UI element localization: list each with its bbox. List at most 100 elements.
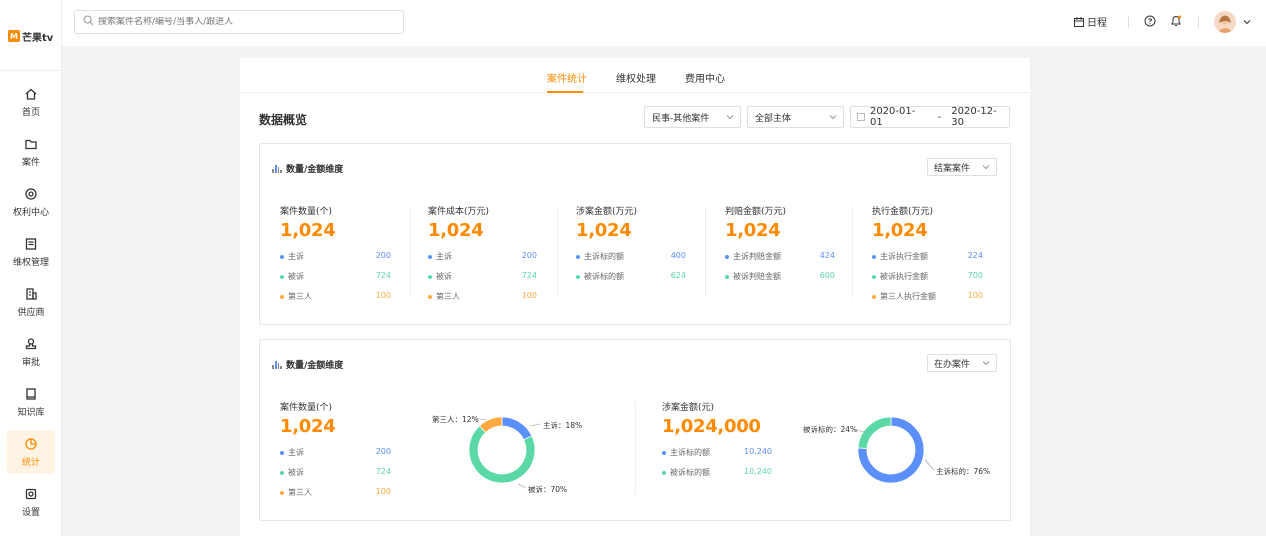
stat-title: 案件成本(万元) [428, 207, 490, 217]
stat-row: 被诉判赔金额 [725, 271, 781, 282]
sidebar-item-rights-center[interactable]: 权利中心 [7, 180, 55, 224]
topbar-divider [1198, 16, 1199, 28]
sidebar-item-statistics[interactable]: 统计 [7, 430, 55, 474]
help-icon[interactable] [1144, 15, 1156, 27]
stat-value: 1,024 [725, 220, 781, 241]
stat-title: 涉案金额(元) [662, 403, 715, 413]
tab-rights-processing[interactable]: 维权处理 [616, 70, 656, 85]
stat-row: 主诉 [280, 447, 304, 458]
sidebar-item-label: 审批 [21, 357, 40, 368]
stat-row-value: 10,240 [744, 447, 772, 456]
sidebar-item-label: 知识库 [17, 407, 45, 418]
sidebar-item-cases[interactable]: 案件 [7, 130, 55, 174]
stat-row-value: 424 [819, 251, 835, 260]
involved-amount-donut-chart [857, 416, 925, 484]
folder-icon [24, 137, 38, 151]
stat-row: 被诉 [428, 271, 452, 282]
stat-value: 1,024 [280, 220, 336, 241]
case-status-value: 在办案件 [934, 359, 971, 370]
stat-row: 被诉 [280, 467, 304, 478]
stat-value: 1,024 [428, 220, 484, 241]
schedule-button[interactable]: 日程 [1074, 14, 1107, 29]
rights-icon [24, 187, 38, 201]
bar-chart-icon [272, 164, 282, 173]
topbar-divider [1128, 16, 1129, 28]
donut-leader-lines [854, 429, 935, 471]
stat-row: 主诉执行金额 [872, 251, 928, 262]
bell-icon[interactable] [1170, 14, 1182, 28]
page-title: 数据概览 [259, 113, 308, 127]
stat-row: 第三人 [428, 291, 460, 302]
stamp-icon [24, 337, 38, 351]
case-status-value: 结案案件 [934, 163, 971, 174]
settings-icon [24, 487, 38, 501]
panel-title-text: 数量/金额维度 [286, 165, 344, 175]
stat-row-value: 224 [967, 251, 983, 260]
stat-row: 主诉标的额 [662, 447, 710, 458]
sidebar-divider [0, 70, 62, 71]
tab-expense-center[interactable]: 费用中心 [685, 70, 725, 85]
sidebar-item-knowledge-base[interactable]: 知识库 [7, 380, 55, 424]
stat-row-value: 724 [375, 271, 391, 280]
avatar[interactable] [1214, 11, 1236, 33]
stat-row: 主诉 [428, 251, 452, 262]
search-input[interactable] [98, 17, 403, 27]
stat-case-count: 案件数量(个) 1,024 [280, 400, 336, 437]
stat-row: 被诉标的额 [576, 271, 624, 282]
chevron-down-icon[interactable] [1242, 17, 1252, 27]
tabs: 案件统计 维权处理 费用中心 [240, 58, 1030, 93]
sidebar-item-label: 案件 [21, 157, 40, 168]
stat-row-value: 100 [521, 291, 537, 300]
panel-title: 数量/金额维度 [272, 358, 343, 371]
stat-divider [410, 206, 411, 298]
sidebar-item-label: 设置 [21, 507, 40, 518]
calendar-icon [857, 113, 865, 121]
stat-row-value: 200 [375, 447, 391, 456]
stat-divider [557, 206, 558, 298]
chevron-down-icon [982, 165, 990, 170]
chevron-down-icon [829, 115, 837, 120]
tab-case-statistics[interactable]: 案件统计 [547, 70, 587, 85]
entity-select[interactable]: 全部主体 [747, 106, 844, 128]
date-start[interactable]: 2020-01-01 [870, 106, 928, 128]
tab-underline [547, 91, 583, 93]
stat-row-value: 200 [521, 251, 537, 260]
stat-row: 主诉判赔金额 [725, 251, 781, 262]
logo[interactable]: M 芒果tv [8, 28, 53, 44]
search-icon [83, 15, 94, 29]
stat-divider [852, 206, 853, 298]
stat-value: 1,024 [576, 220, 632, 241]
stat-execution-amount: 执行金额(万元) 1,024 [872, 204, 933, 241]
date-range-picker[interactable]: 2020-01-01 - 2020-12-30 [850, 106, 1010, 128]
stat-row-value: 724 [375, 467, 391, 476]
stat-involved-amount: 涉案金额(元) 1,024,000 [662, 400, 761, 437]
stat-judgment-amount: 判赔金额(万元) 1,024 [725, 204, 786, 241]
date-separator: - [937, 111, 942, 123]
stat-value: 1,024 [280, 416, 336, 437]
building-icon [24, 287, 38, 301]
sidebar-item-suppliers[interactable]: 供应商 [7, 280, 55, 324]
stat-row-value: 100 [375, 291, 391, 300]
donut-label-defendant-amount: 被诉标的：24% [803, 425, 858, 434]
donut-label-plaintiff: 主诉：18% [543, 421, 583, 430]
stat-row-value: 700 [967, 271, 983, 280]
sidebar-item-approval[interactable]: 审批 [7, 330, 55, 374]
case-type-select[interactable]: 民事-其他案件 [644, 106, 741, 128]
sidebar-item-settings[interactable]: 设置 [7, 480, 55, 524]
stat-value: 1,024,000 [662, 416, 761, 437]
case-status-select[interactable]: 结案案件 [927, 158, 997, 176]
stat-row-value: 400 [670, 251, 686, 260]
stat-row-value: 100 [375, 487, 391, 496]
panel-title-text: 数量/金额维度 [286, 361, 344, 371]
sidebar-item-home[interactable]: 首页 [7, 80, 55, 124]
stat-row: 第三人执行金额 [872, 291, 936, 302]
stat-case-count: 案件数量(个) 1,024 [280, 204, 336, 241]
stat-divider [705, 206, 706, 298]
date-end[interactable]: 2020-12-30 [951, 106, 1009, 128]
donut-label-third-party: 第三人：12% [432, 415, 479, 424]
search-box[interactable] [74, 10, 404, 34]
stat-row-value: 100 [967, 291, 983, 300]
case-status-select[interactable]: 在办案件 [927, 354, 997, 372]
sidebar-item-rights-management[interactable]: 维权管理 [7, 230, 55, 274]
pie-icon [24, 437, 38, 451]
